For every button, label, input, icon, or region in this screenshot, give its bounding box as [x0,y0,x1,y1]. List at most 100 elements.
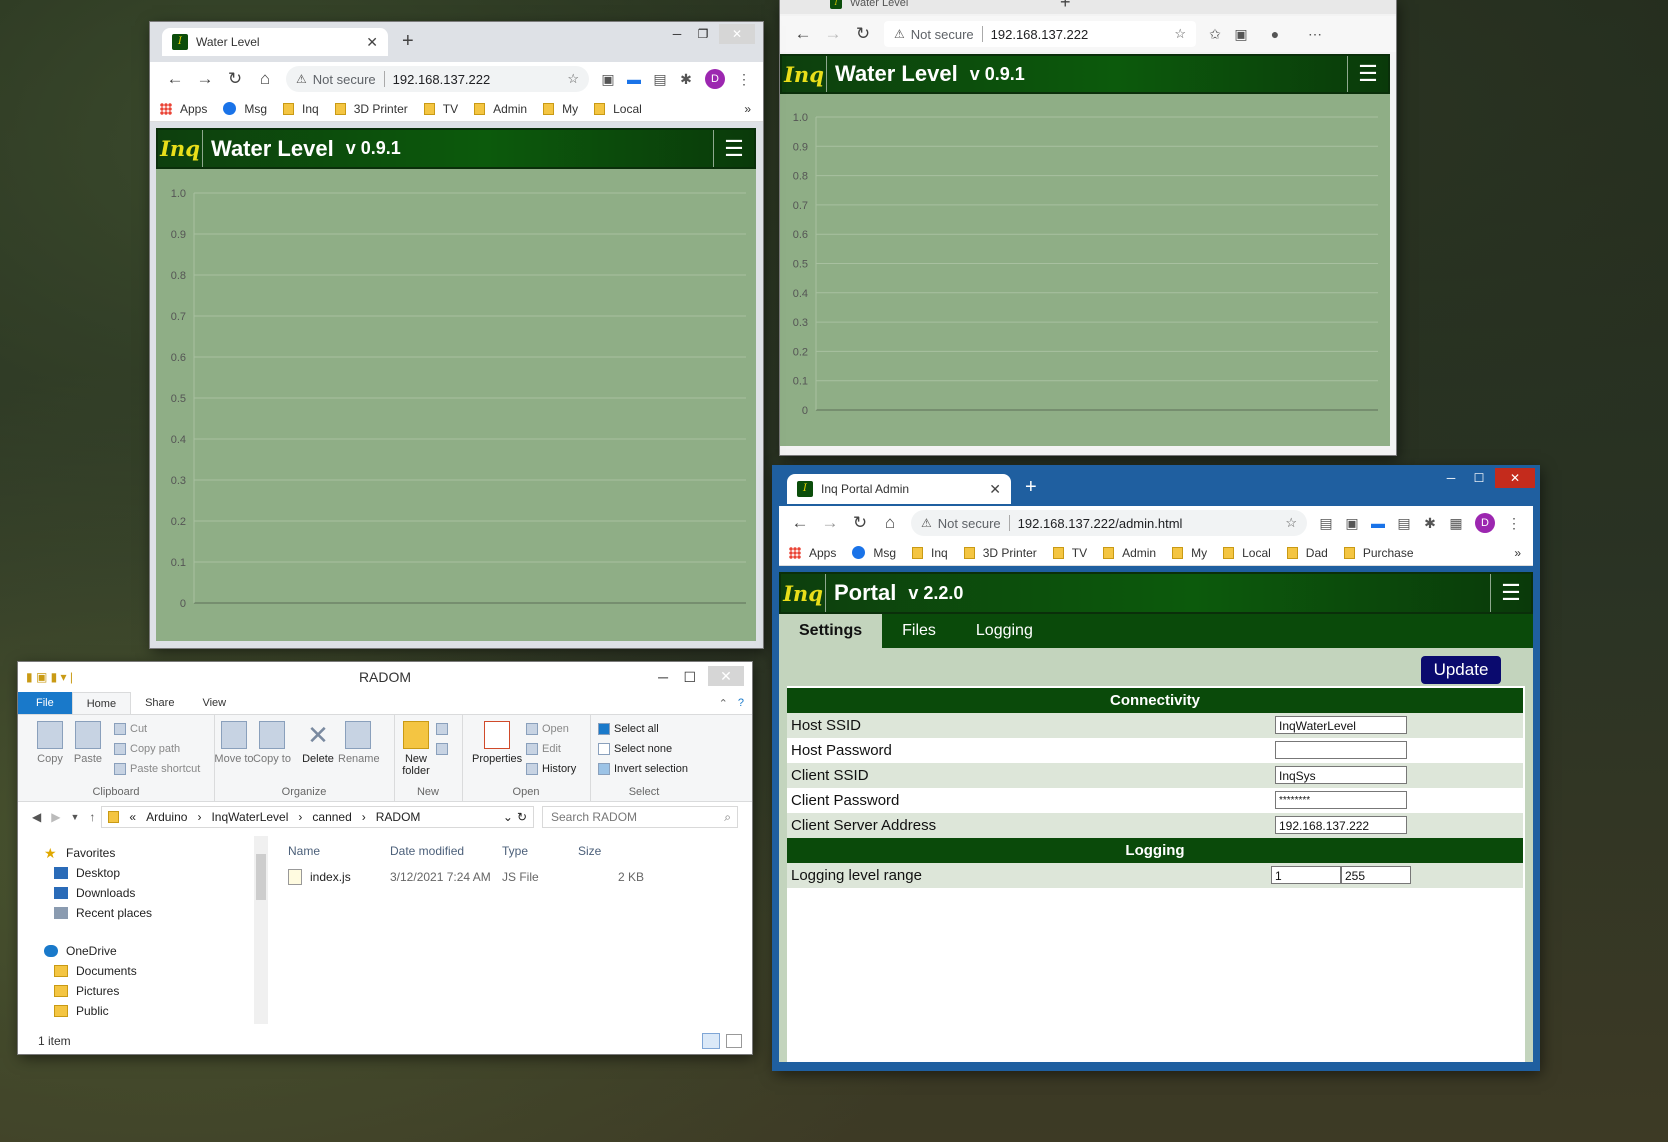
more-bookmarks-icon[interactable]: » [744,102,751,116]
tab-portal-admin[interactable]: I Inq Portal Admin ✕ [787,474,1011,504]
minimize-icon[interactable]: ─ [658,662,668,692]
bookmark-3d-printer[interactable]: 3D Printer [334,102,408,116]
nav-scrollbar[interactable] [254,836,268,1024]
nav-pictures[interactable]: Pictures [54,984,119,998]
forward-icon[interactable]: → [190,69,220,89]
invert-selection-button[interactable]: Invert selection [598,763,688,775]
new-tab-icon[interactable]: + [1060,0,1071,13]
bookmark-msg[interactable]: Msg [852,546,896,560]
copy-to-button[interactable]: Copy to [252,721,292,765]
help-icon[interactable]: ? [738,692,744,714]
nav-onedrive[interactable]: OneDrive [44,944,117,958]
tab-logging[interactable]: Logging [956,614,1053,648]
update-button[interactable]: Update [1421,656,1501,684]
bookmark-admin[interactable]: Admin [1103,546,1156,560]
bookmark-local[interactable]: Local [1223,546,1271,560]
delete-button[interactable]: ✕ Delete [298,721,338,765]
bookmark-tv[interactable]: TV [423,102,458,116]
nav-public[interactable]: Public [54,1004,109,1018]
file-row[interactable]: index.js 3/12/2021 7:24 AM JS File 2 KB [288,868,742,886]
tab-water-level[interactable]: I Water Level ✕ [162,28,388,56]
bookmark-star-icon[interactable]: ☆ [567,71,579,87]
bookmark-3d-printer[interactable]: 3D Printer [963,546,1037,560]
new-item-button[interactable] [436,723,452,735]
more-menu-icon[interactable]: ⋮ [731,71,757,88]
nav-downloads[interactable]: Downloads [54,886,135,900]
puzzle-extensions-icon[interactable]: ✱ [1417,515,1443,532]
breadcrumb-item[interactable]: RADOM [376,810,421,824]
extension-icon[interactable]: ▣ [1339,515,1365,532]
nav-documents[interactable]: Documents [54,964,137,978]
new-tab-icon[interactable]: + [402,30,414,53]
hamburger-menu-icon[interactable]: ☰ [713,130,754,167]
close-tab-icon[interactable]: ✕ [989,481,1001,498]
nav-recent-places[interactable]: Recent places [54,906,152,920]
minimize-icon[interactable]: ─ [663,24,691,44]
minimize-icon[interactable]: ─ [1437,468,1465,488]
paste-button[interactable]: Paste [68,721,108,765]
select-all-button[interactable]: Select all [598,723,659,735]
column-date-modified[interactable]: Date modified [390,844,464,858]
maximize-icon[interactable]: ❐ [689,24,717,44]
cut-button[interactable]: Cut [114,723,147,735]
nav-desktop[interactable]: Desktop [54,866,120,880]
breadcrumb-item[interactable]: Arduino [146,810,187,824]
profile-icon[interactable]: ● [1262,26,1288,42]
ribbon-tab-view[interactable]: View [188,692,240,714]
bookmark-tv[interactable]: TV [1052,546,1087,560]
column-type[interactable]: Type [502,844,528,858]
forward-icon[interactable]: ▶ [51,810,60,824]
puzzle-extensions-icon[interactable]: ✱ [673,71,699,88]
copy-button[interactable]: Copy [30,721,70,765]
new-tab-icon[interactable]: + [1025,476,1037,499]
ribbon-tab-share[interactable]: Share [131,692,188,714]
refresh-icon[interactable]: ↻ [517,810,527,824]
open-button[interactable]: Open [526,723,569,735]
breadcrumb-overflow[interactable]: « [129,810,136,824]
column-name[interactable]: Name [288,844,320,858]
bookmark-my[interactable]: My [543,102,578,116]
copy-path-button[interactable]: Copy path [114,743,180,755]
extension-icon[interactable]: ▤ [1391,515,1417,532]
extension-icon[interactable]: ▣ [595,71,621,88]
client-server-address-input[interactable]: 192.168.137.222 [1275,816,1407,834]
client-password-input[interactable]: ******** [1275,791,1407,809]
reload-icon[interactable]: ↻ [845,513,875,533]
new-folder-button[interactable]: New folder [396,721,436,777]
bookmark-apps[interactable]: Apps [160,102,207,116]
rename-button[interactable]: Rename [338,721,380,765]
logging-max-input[interactable]: 255 [1341,866,1411,884]
address-bar[interactable]: ⚠ Not secure 192.168.137.222 ☆ [286,66,589,92]
back-icon[interactable]: ← [788,24,818,44]
back-icon[interactable]: ◀ [32,810,41,824]
breadcrumb-item[interactable]: canned [312,810,351,824]
extension-icon[interactable]: ▤ [647,71,673,88]
forward-icon[interactable]: → [815,513,845,533]
bookmark-my[interactable]: My [1172,546,1207,560]
client-ssid-input[interactable]: InqSys [1275,766,1407,784]
extension-icon[interactable]: ▬ [621,71,647,87]
bookmark-msg[interactable]: Msg [223,102,267,116]
bookmark-local[interactable]: Local [594,102,642,116]
properties-button[interactable]: Properties [472,721,522,765]
history-button[interactable]: History [526,763,576,775]
host-ssid-input[interactable]: InqWaterLevel [1275,716,1407,734]
more-bookmarks-icon[interactable]: » [1514,546,1521,560]
collections-icon[interactable]: ▣ [1228,26,1254,43]
reload-icon[interactable]: ↻ [220,69,250,89]
back-icon[interactable]: ← [785,513,815,533]
bookmark-inq[interactable]: Inq [912,546,948,560]
tab-settings[interactable]: Settings [779,614,883,648]
easy-access-button[interactable] [436,743,452,755]
add-favorite-icon[interactable]: ☆ [1174,26,1186,42]
extension-icon[interactable]: ▤ [1313,515,1339,532]
close-window-icon[interactable]: ✕ [719,24,755,44]
address-bar[interactable]: ⚠ Not secure 192.168.137.222/admin.html … [911,510,1307,536]
maximize-icon[interactable]: ☐ [683,662,696,692]
avatar[interactable]: D [1475,513,1495,533]
address-bar[interactable]: ⚠ Not secure 192.168.137.222 ☆ [884,21,1196,47]
large-icons-view-icon[interactable] [726,1034,742,1048]
tab-water-level[interactable]: I Water Level [830,0,908,9]
extension-icon[interactable]: ▦ [1443,515,1469,532]
bookmark-apps[interactable]: Apps [789,546,836,560]
